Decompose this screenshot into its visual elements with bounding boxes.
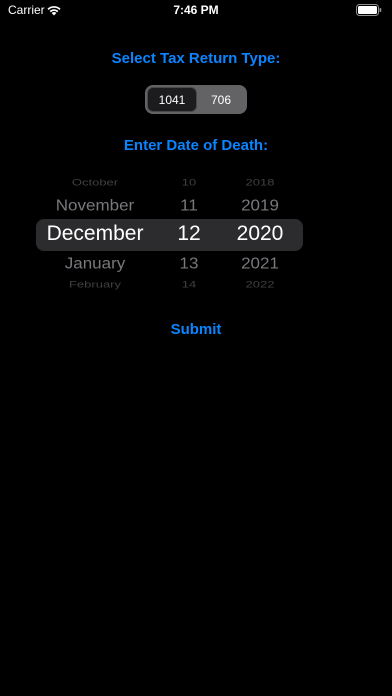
year-selected[interactable]: 2020 (225, 222, 295, 246)
month-option[interactable]: November (38, 197, 152, 215)
day-option[interactable]: 10 (160, 177, 218, 188)
submit-button[interactable]: Submit (146, 318, 246, 340)
month-option[interactable]: October (38, 177, 152, 188)
date-picker[interactable]: October November December January Februa… (0, 172, 392, 294)
app-screen: Carrier 7:46 PM Select Tax Return Type: … (0, 0, 392, 696)
year-option[interactable]: 2021 (225, 255, 295, 273)
segment-706[interactable]: 706 (197, 87, 245, 112)
status-bar: Carrier 7:46 PM (0, 0, 392, 22)
tax-return-type-heading: Select Tax Return Type: (111, 50, 281, 67)
day-option[interactable]: 11 (160, 197, 218, 215)
month-option[interactable]: February (38, 279, 152, 290)
month-option[interactable]: January (38, 255, 152, 273)
day-wheel[interactable]: 10 11 12 13 14 (160, 172, 218, 294)
status-time: 7:46 PM (173, 3, 219, 17)
month-wheel[interactable]: October November December January Februa… (38, 172, 152, 294)
day-selected[interactable]: 12 (160, 222, 218, 246)
month-selected[interactable]: December (38, 222, 152, 246)
day-option[interactable]: 13 (160, 255, 218, 273)
day-option[interactable]: 14 (160, 279, 218, 290)
segment-1041[interactable]: 1041 (147, 87, 197, 112)
year-option[interactable]: 2019 (225, 197, 295, 215)
year-option[interactable]: 2018 (225, 177, 295, 188)
tax-type-segmented-control[interactable]: 1041 706 (145, 85, 247, 114)
year-option[interactable]: 2022 (225, 279, 295, 290)
date-of-death-heading: Enter Date of Death: (123, 137, 269, 154)
year-wheel[interactable]: 2018 2019 2020 2021 2022 (225, 172, 295, 294)
battery-icon (356, 4, 382, 16)
